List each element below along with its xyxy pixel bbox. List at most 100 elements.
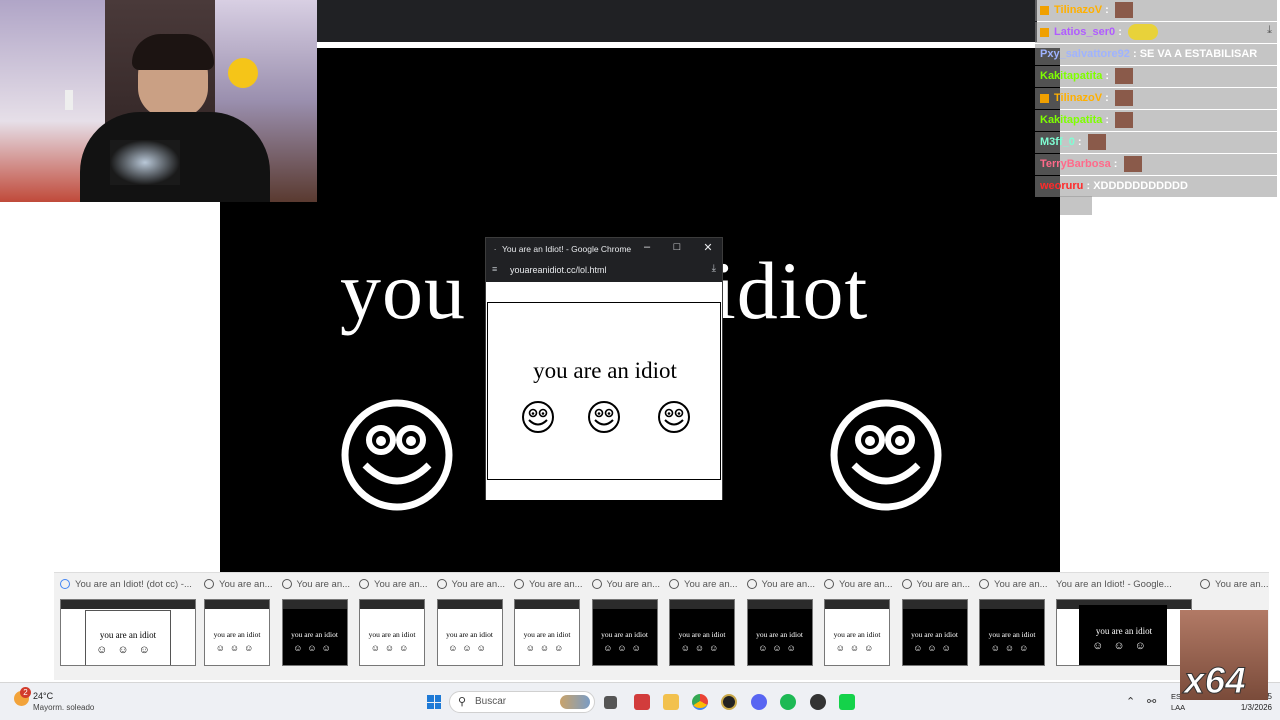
chrome-icon — [746, 579, 757, 590]
smiley-face-icon: ☺☺☺ — [1092, 640, 1156, 652]
thumbnail-preview: you are an idiot ☺☺☺ — [436, 599, 503, 666]
chat-message: Kakitapatita : — [1035, 110, 1277, 131]
window-thumbnail[interactable]: You are an... you are an idiot ☺☺☺ — [204, 573, 273, 673]
chat-username[interactable]: Kakitapatita — [1040, 114, 1102, 126]
thumbnail-preview: you are an idiot ☺☺☺ — [591, 599, 658, 666]
maximize-icon[interactable]: □ — [670, 241, 684, 253]
smiley-face-icon: ☺☺☺ — [913, 643, 956, 653]
smiley-face-icon: ☺☺☺ — [96, 644, 160, 656]
window-thumbnail[interactable]: You are an... you are an idiot ☺☺☺ — [591, 573, 661, 673]
smiley-face-icon: ☺☺☺ — [603, 643, 646, 653]
thumbnail-label: You are an... — [451, 579, 506, 590]
window-thumbnail[interactable]: You are an... you are an idiot ☺☺☺ — [824, 573, 893, 673]
chat-message: TerryBarbosa : — [1035, 154, 1277, 175]
site-info-icon[interactable]: ≡ — [492, 264, 497, 274]
microphone-icon[interactable]: ⚯ — [1147, 695, 1156, 708]
thumbnail-label: You are an... — [219, 579, 273, 590]
chat-separator: : — [1115, 26, 1125, 38]
smiley-face-icon — [341, 399, 453, 511]
right-panel — [1060, 192, 1280, 573]
download-icon[interactable]: ⤓ — [712, 263, 716, 274]
close-icon[interactable]: ✕ — [701, 241, 715, 254]
thumbnail-preview: you are an idiot ☺☺☺ — [669, 599, 735, 666]
weather-description[interactable]: Mayorm. soleado — [33, 703, 94, 712]
thumbnail-label: You are an Idiot! (dot cc) -... — [75, 579, 192, 590]
thumbnail-label: You are an... — [296, 579, 351, 590]
minimize-icon[interactable]: – — [640, 241, 654, 253]
chat-message: TilinazoV : — [1035, 88, 1277, 109]
chat-username[interactable]: Pxy_salvattore92 — [1040, 48, 1130, 60]
chat-message: M3ff_0 : — [1035, 132, 1277, 153]
chat-message: Latios_ser0 : — [1035, 22, 1277, 43]
chat-emote-icon — [1115, 68, 1134, 85]
search-highlight-icon — [560, 695, 590, 709]
chat-username[interactable]: M3ff_0 — [1040, 136, 1075, 148]
task-view-icon[interactable] — [604, 696, 617, 709]
window-thumbnail[interactable]: You are an... you are an idiot ☺☺☺ — [669, 573, 738, 673]
search-label: Buscar — [475, 696, 507, 707]
chat-username[interactable]: TilinazoV — [1054, 4, 1102, 16]
thumbnail-label: You are an... — [606, 579, 661, 590]
chat-username[interactable]: TilinazoV — [1054, 92, 1102, 104]
taskbar: 2 24°C Mayorm. soleado ⚲ Buscar ⌃ ⚯ ESP … — [0, 682, 1280, 720]
windows-start-icon[interactable] — [427, 695, 441, 709]
taskbar-search[interactable]: ⚲ Buscar — [449, 691, 595, 713]
chat-username[interactable]: Kakitapatita — [1040, 70, 1102, 82]
window-thumbnail[interactable]: You are an... you are an idiot ☺☺☺ — [979, 573, 1048, 673]
thumbnail-text: you are an idiot — [678, 630, 726, 639]
thumbnail-text: you are an idiot — [601, 630, 648, 639]
chat-emote-icon — [1123, 156, 1142, 173]
chat-separator: : — [1102, 92, 1112, 104]
spotify-icon[interactable] — [780, 694, 796, 710]
app-red-icon[interactable] — [634, 694, 650, 710]
download-icon[interactable]: ⤓ — [1267, 24, 1272, 37]
discord-icon[interactable] — [751, 694, 767, 710]
thumbnail-preview: you are an idiot ☺☺☺ — [281, 599, 348, 666]
popup-chrome-window[interactable]: . You are an Idiot! - Google Chrome – □ … — [485, 237, 723, 500]
thumbnail-preview: you are an idiot ☺☺☺ — [359, 599, 425, 666]
tray-chevron-icon[interactable]: ⌃ — [1126, 695, 1135, 708]
thumbnail-preview: you are an idiot ☺☺☺ — [204, 599, 270, 666]
window-thumbnail[interactable]: You are an... you are an idiot ☺☺☺ — [514, 573, 583, 673]
thumbnail-label: You are an... — [916, 579, 971, 590]
file-explorer-icon[interactable] — [663, 694, 679, 710]
chrome-icon — [824, 579, 834, 590]
smiley-face-icon: ☺☺☺ — [525, 643, 569, 653]
app-record-icon[interactable] — [810, 694, 826, 710]
chat-emote-icon — [1127, 24, 1158, 41]
popup-window-title: You are an Idiot! - Google Chrome — [502, 244, 632, 254]
window-thumbnail[interactable]: You are an... you are an idiot ☺☺☺ — [746, 573, 816, 673]
chat-separator: : — [1074, 136, 1085, 148]
weather-temperature[interactable]: 24°C — [33, 691, 53, 701]
window-thumbnail[interactable]: You are an... you are an idiot ☺☺☺ — [281, 573, 351, 673]
chrome-icon — [436, 579, 447, 590]
chrome-icon — [979, 579, 989, 590]
app-green-icon[interactable] — [839, 694, 855, 710]
popup-url-text[interactable]: youareanidiot.cc/lol.html — [510, 265, 607, 275]
thumbnail-wide[interactable]: You are an Idiot! - Google... you are an… — [1056, 573, 1192, 673]
search-icon: ⚲ — [458, 696, 467, 708]
chat-message-text: SE VA A ESTABILISAR — [1139, 48, 1258, 60]
popup-message-box: you are an idiot — [487, 302, 721, 480]
window-thumbnail[interactable]: You are an... you are an idiot ☺☺☺ — [901, 573, 971, 673]
thumbnail-label: You are an... — [761, 579, 816, 590]
smiley-face-icon: ☺☺☺ — [448, 643, 491, 653]
webcam-feed — [0, 0, 317, 202]
chat-separator: : — [1102, 4, 1112, 16]
app-dark-icon[interactable] — [721, 694, 737, 710]
chat-username[interactable]: Latios_ser0 — [1054, 26, 1115, 38]
chrome-icon — [1200, 579, 1210, 590]
thumbnail-first[interactable]: You are an Idiot! (dot cc) -... you are … — [60, 573, 196, 673]
smiley-face-icon: ☺☺☺ — [680, 643, 724, 653]
smiley-face-icon — [658, 401, 690, 433]
window-thumbnail[interactable]: You are an... you are an idiot ☺☺☺ — [359, 573, 428, 673]
chat-username[interactable]: TerryBarbosa — [1040, 158, 1111, 170]
thumbnail-label: You are an Idiot! - Google... — [1056, 579, 1172, 590]
chat-separator: : — [1129, 48, 1140, 60]
chat-username[interactable]: weoruru — [1040, 180, 1083, 192]
window-thumbnail[interactable]: You are an... you are an idiot ☺☺☺ — [436, 573, 506, 673]
background-browser-toolbar — [317, 0, 1037, 42]
chrome-taskbar-icon[interactable] — [692, 694, 708, 710]
thumbnail-text: you are an idiot — [368, 630, 416, 639]
chrome-icon — [281, 579, 292, 590]
